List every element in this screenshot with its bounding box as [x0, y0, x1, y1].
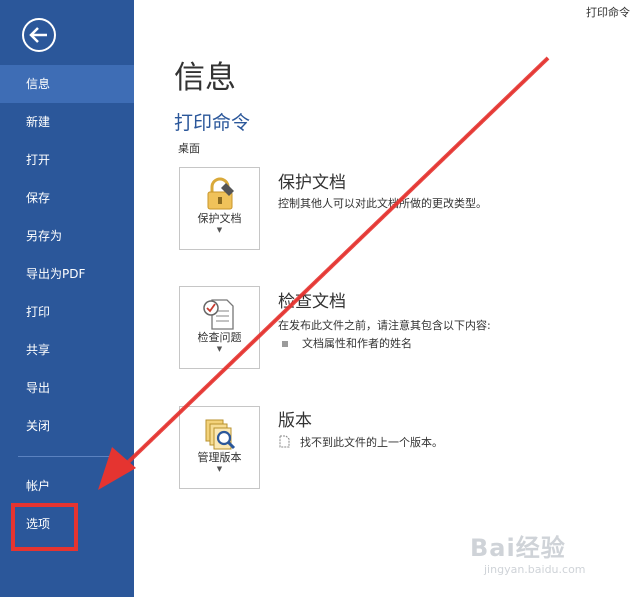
versions-title: 版本	[278, 411, 312, 431]
check-for-issues-button-label: 检查问题	[197, 331, 242, 344]
sidebar-item-save-as[interactable]: 另存为	[0, 217, 134, 255]
document-location: 桌面	[178, 142, 200, 155]
document-icon	[279, 435, 290, 448]
inspect-document-title: 检查文档	[278, 292, 346, 312]
page-title: 信息	[174, 60, 236, 96]
protect-document-button[interactable]: 保护文档 ▼	[179, 167, 260, 250]
inspect-document-description: 在发布此文件之前，请注意其包含以下内容:	[278, 319, 491, 332]
sidebar-item-close[interactable]: 关闭	[0, 407, 134, 445]
back-button[interactable]	[20, 16, 58, 54]
lock-icon	[207, 177, 234, 210]
sidebar-item-print[interactable]: 打印	[0, 293, 134, 331]
manage-versions-button[interactable]: 管理版本 ▼	[179, 406, 260, 489]
back-arrow-icon	[22, 18, 56, 52]
sidebar-item-export[interactable]: 导出	[0, 369, 134, 407]
inspect-document-bullet: 文档属性和作者的姓名	[282, 335, 412, 351]
versions-description-text: 找不到此文件的上一个版本。	[300, 436, 443, 449]
manage-versions-button-label: 管理版本	[197, 451, 242, 464]
inspect-document-bullet-text: 文档属性和作者的姓名	[302, 337, 412, 350]
chevron-down-icon: ▼	[216, 226, 223, 234]
sidebar-item-export-pdf[interactable]: 导出为PDF	[0, 255, 134, 293]
sidebar-item-account[interactable]: 帐户	[0, 467, 134, 505]
sidebar-item-share[interactable]: 共享	[0, 331, 134, 369]
options-highlight-box	[11, 503, 78, 551]
watermark-logo: Bai经验	[470, 534, 566, 562]
window-title-text: 打印命令	[586, 6, 630, 19]
sidebar-item-open[interactable]: 打开	[0, 141, 134, 179]
check-for-issues-button[interactable]: 检查问题 ▼	[179, 286, 260, 369]
sidebar-item-info[interactable]: 信息	[0, 65, 134, 103]
inspect-document-icon	[203, 299, 234, 330]
protect-document-title: 保护文档	[278, 173, 346, 193]
sidebar-item-new[interactable]: 新建	[0, 103, 134, 141]
chevron-down-icon: ▼	[216, 345, 223, 353]
document-name: 打印命令	[174, 112, 251, 134]
watermark-url: jingyan.baidu.com	[484, 563, 586, 576]
protect-document-button-label: 保护文档	[197, 212, 242, 225]
sidebar-divider	[18, 456, 116, 457]
protect-document-description: 控制其他人可以对此文档所做的更改类型。	[278, 197, 487, 210]
chevron-down-icon: ▼	[216, 465, 223, 473]
bullet-square-icon	[282, 341, 288, 347]
sidebar-item-save[interactable]: 保存	[0, 179, 134, 217]
baidu-watermark: Bai经验 jingyan.baidu.com	[470, 528, 620, 592]
manage-versions-icon	[205, 419, 236, 450]
versions-description: 找不到此文件的上一个版本。	[278, 434, 443, 450]
